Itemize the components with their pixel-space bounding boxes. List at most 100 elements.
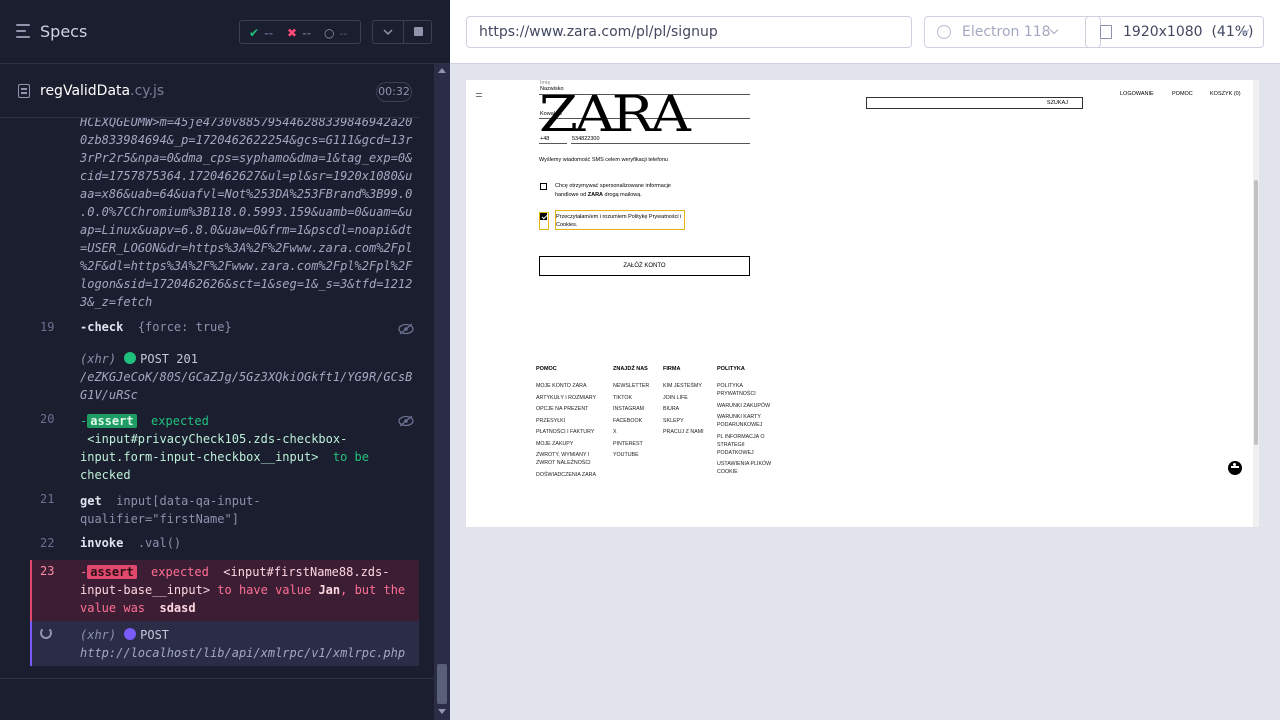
url-line: logon&sid=1720462626&sct=1&seg=1&_s=3&tf… — [80, 277, 413, 291]
command-list: HCEXQGEUMW>m=45je4730v885795446288339846… — [0, 118, 420, 678]
status-dot — [124, 628, 137, 640]
scroll-down-icon[interactable] — [438, 709, 446, 714]
url-line: cid=1757875364.1720462627&ul=pl&sr=1920x… — [80, 169, 413, 183]
aut-header: https://www.zara.com/pl/pl/signup Electr… — [450, 0, 1280, 64]
command-row-invoke[interactable]: invoke .val() — [80, 536, 181, 550]
eye-slash-icon[interactable] — [398, 415, 414, 427]
footer-link[interactable]: PINTEREST — [613, 440, 643, 448]
footer-link[interactable]: PŁATNOŚCI I FAKTURY — [536, 428, 594, 436]
check-icon: ✔ — [249, 26, 260, 40]
footer-link[interactable]: PRACUJ Z NAMI — [663, 428, 704, 436]
scroll-up-icon[interactable] — [438, 68, 446, 73]
spec-header: regValidData.cy.js 00:32 — [0, 64, 420, 118]
footer-link[interactable]: USTAWIENIA PLIKÓW — [717, 460, 771, 468]
footer-heading: POMOC — [536, 366, 557, 372]
footer-heading: FIRMA — [663, 366, 681, 372]
footer-link[interactable]: FACEBOOK — [613, 417, 642, 425]
footer-link[interactable]: ARTYKUŁY I ROZMIARY — [536, 394, 596, 402]
chevron-down-icon — [383, 29, 393, 36]
collapse-button[interactable] — [373, 21, 403, 43]
file-icon — [18, 84, 30, 98]
command-row-get[interactable]: get input[data-qa-input- qualifier="firs… — [80, 492, 410, 528]
browser-name: Electron 118 — [962, 24, 1051, 40]
footer-link[interactable]: POLITYKA — [717, 382, 743, 390]
footer-link[interactable]: JOIN LIFE — [663, 394, 688, 402]
command-row-check[interactable]: -check {force: true} — [80, 320, 232, 334]
footer-link[interactable]: WARUNKI KARTY — [717, 413, 761, 421]
footer-link[interactable]: OPCJE NA PREZENT — [536, 405, 588, 413]
failed-stat: ✖ -- — [287, 25, 311, 41]
viewport-size: 1920x1080 — [1123, 24, 1203, 40]
line-number: 20 — [40, 412, 55, 426]
viewport-selector[interactable]: 1920x1080 (41%) — [1085, 16, 1264, 48]
url-line: =USER_LOGON&dr=https%3A%2F%2Fwww.zara.co… — [80, 241, 413, 255]
status-dot — [124, 352, 137, 364]
url-field[interactable]: https://www.zara.com/pl/pl/signup — [466, 16, 912, 48]
cross-icon: ✖ — [287, 26, 298, 40]
chevron-down-icon — [1049, 25, 1059, 35]
browser-selector[interactable]: Electron 118 — [924, 16, 1101, 48]
reporter-scrollbar[interactable] — [434, 64, 450, 720]
footer-link[interactable]: ZWROTY, WYMIANY I — [536, 451, 589, 459]
pending-stat: ○ -- — [324, 25, 347, 41]
footer-link[interactable]: STRATEGII — [717, 441, 745, 449]
xhr-row[interactable]: (xhr) POST 201 /eZKGJeCoK/80S/GCaZJg/5Gz3… — [80, 350, 416, 404]
url-line: 0zb833984694&_p=1720462622254&gcs=G111&g… — [80, 133, 413, 147]
viewport-icon — [1100, 25, 1112, 39]
footer-link[interactable]: PODATKOWEJ — [717, 449, 754, 457]
footer-link[interactable]: PODARUNKOWEJ — [717, 421, 762, 429]
footer-link[interactable]: BIURA — [663, 405, 679, 413]
footer-heading: POLITYKA — [717, 366, 745, 372]
footer-link[interactable]: COOKIE — [717, 468, 738, 476]
reporter-header: Specs ✔ -- ✖ -- ○ -- — [0, 0, 450, 64]
scrollbar-thumb[interactable] — [437, 664, 447, 704]
url-line: 3rPr2r5&npa=0&dma_cps=syphamo&dma=1&tag_… — [80, 151, 413, 165]
page-scrollbar[interactable] — [1253, 80, 1259, 527]
footer-link[interactable]: MOJE KONTO ZARA — [536, 382, 587, 390]
create-account-button[interactable]: ZAŁÓŻ KONTO — [539, 256, 750, 276]
marketing-checkbox[interactable] — [540, 183, 547, 190]
help-link[interactable]: POMOC — [1172, 91, 1193, 97]
line-number: 23 — [40, 564, 55, 578]
command-row-assert-checked[interactable]: - assert expected <input#privacyCheck105.… — [80, 412, 410, 484]
footer-link[interactable]: YOUTUBE — [613, 451, 639, 459]
footer-link[interactable]: WARUNKI ZAKUPÓW — [717, 402, 770, 410]
cart-link[interactable]: KOSZYK (0) — [1210, 91, 1241, 97]
scrollbar-thumb[interactable] — [1254, 180, 1258, 445]
url-line: .0.0%7CChromium%3B118.0.5993.159&uamb=0&… — [80, 205, 413, 219]
passed-count: -- — [264, 27, 274, 40]
footer-link[interactable]: PL INFORMACJA O — [717, 433, 764, 441]
menu-icon[interactable] — [476, 93, 482, 97]
specs-label[interactable]: Specs — [40, 22, 87, 41]
privacy-checkbox[interactable] — [540, 213, 547, 220]
spec-title[interactable]: regValidData.cy.js — [40, 83, 164, 99]
footer-link[interactable]: MOJE ZAKUPY — [536, 440, 573, 448]
zara-logo[interactable]: ZARA — [539, 89, 691, 139]
menu-icon[interactable] — [16, 24, 32, 38]
accessibility-icon[interactable] — [1228, 461, 1242, 475]
line-number: 21 — [40, 492, 55, 506]
search-input[interactable]: SZUKAJ — [866, 97, 1083, 109]
url-line: 3&_z=fetch — [80, 295, 153, 309]
pending-xhr-row[interactable]: (xhr) POST http://localhost/lib/api/xmlrp… — [30, 621, 419, 666]
stop-button[interactable] — [404, 21, 433, 43]
eye-slash-icon[interactable] — [398, 323, 414, 335]
spinner-icon: ○ — [324, 26, 335, 40]
footer-link[interactable]: PRZESYŁKI — [536, 417, 565, 425]
login-link[interactable]: LOGOWANIE — [1120, 91, 1154, 97]
footer-link[interactable]: NEWSLETTER — [613, 382, 649, 390]
footer-link[interactable]: TIKTOK — [613, 394, 632, 402]
footer-link[interactable]: ZWROT NALEŻNOŚCI — [536, 459, 591, 467]
app-under-test-panel: https://www.zara.com/pl/pl/signup Electr… — [450, 0, 1280, 720]
aut-iframe[interactable]: Imię Nazwisko Kowalski +48 534822300 ZAR… — [466, 80, 1259, 527]
footer-link[interactable]: DOŚWIADCZENIA ZARA — [536, 471, 596, 479]
footer-link[interactable]: KIM JESTEŚMY — [663, 382, 702, 390]
optin-text: Chcę otrzymywać spersonalizowane informa… — [555, 183, 671, 189]
footer-link[interactable]: SKLEPY — [663, 417, 684, 425]
footer-link[interactable]: PRYWATNOŚCI — [717, 390, 756, 398]
stop-icon — [414, 27, 423, 36]
failed-command-row[interactable]: 23 - assert expected <input#firstName88.z… — [30, 560, 419, 621]
footer-link[interactable]: INSTAGRAM — [613, 405, 644, 413]
url-line: aa=x86&uab=64&uafvl=Not%253DA%253FBrand%… — [80, 187, 413, 201]
footer-link[interactable]: X — [613, 428, 617, 436]
